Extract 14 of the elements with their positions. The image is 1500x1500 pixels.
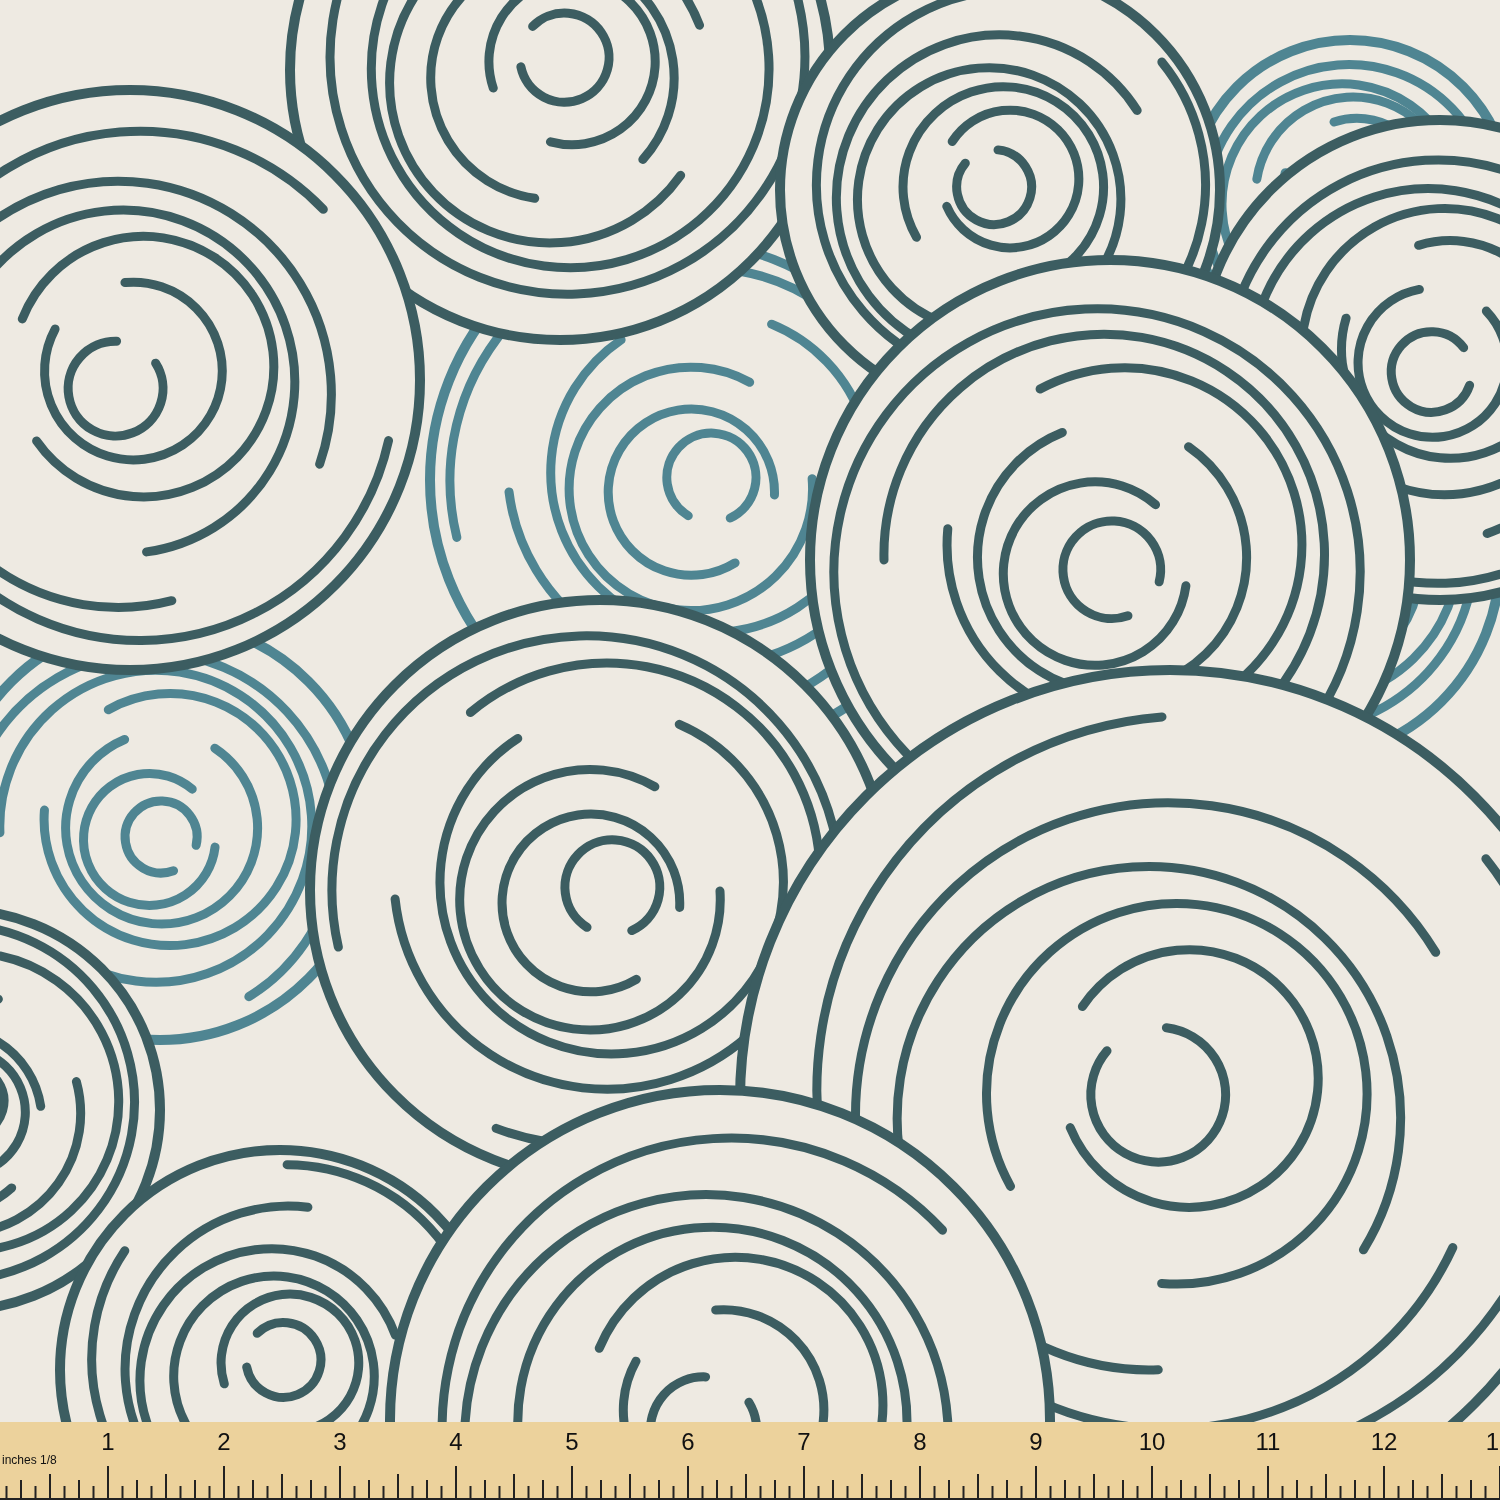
ruler-number: 11	[1254, 1430, 1282, 1454]
ruler-number: 4	[448, 1430, 464, 1454]
ruler-number: 10	[1137, 1430, 1167, 1454]
ruler-number: 1	[1484, 1430, 1499, 1454]
ruler-number: 5	[564, 1430, 580, 1454]
ruler-number: 2	[216, 1430, 232, 1454]
ruler-number: 9	[1028, 1430, 1044, 1454]
ruler-number: 3	[332, 1430, 348, 1454]
ruler-number: 12	[1369, 1430, 1399, 1454]
ruler-number: 6	[680, 1430, 696, 1454]
ruler-number: 8	[912, 1430, 928, 1454]
ruler-unit-label: inches 1/8	[2, 1454, 57, 1466]
ruler-number: 7	[796, 1430, 812, 1454]
ruler-number: 1	[100, 1430, 116, 1454]
